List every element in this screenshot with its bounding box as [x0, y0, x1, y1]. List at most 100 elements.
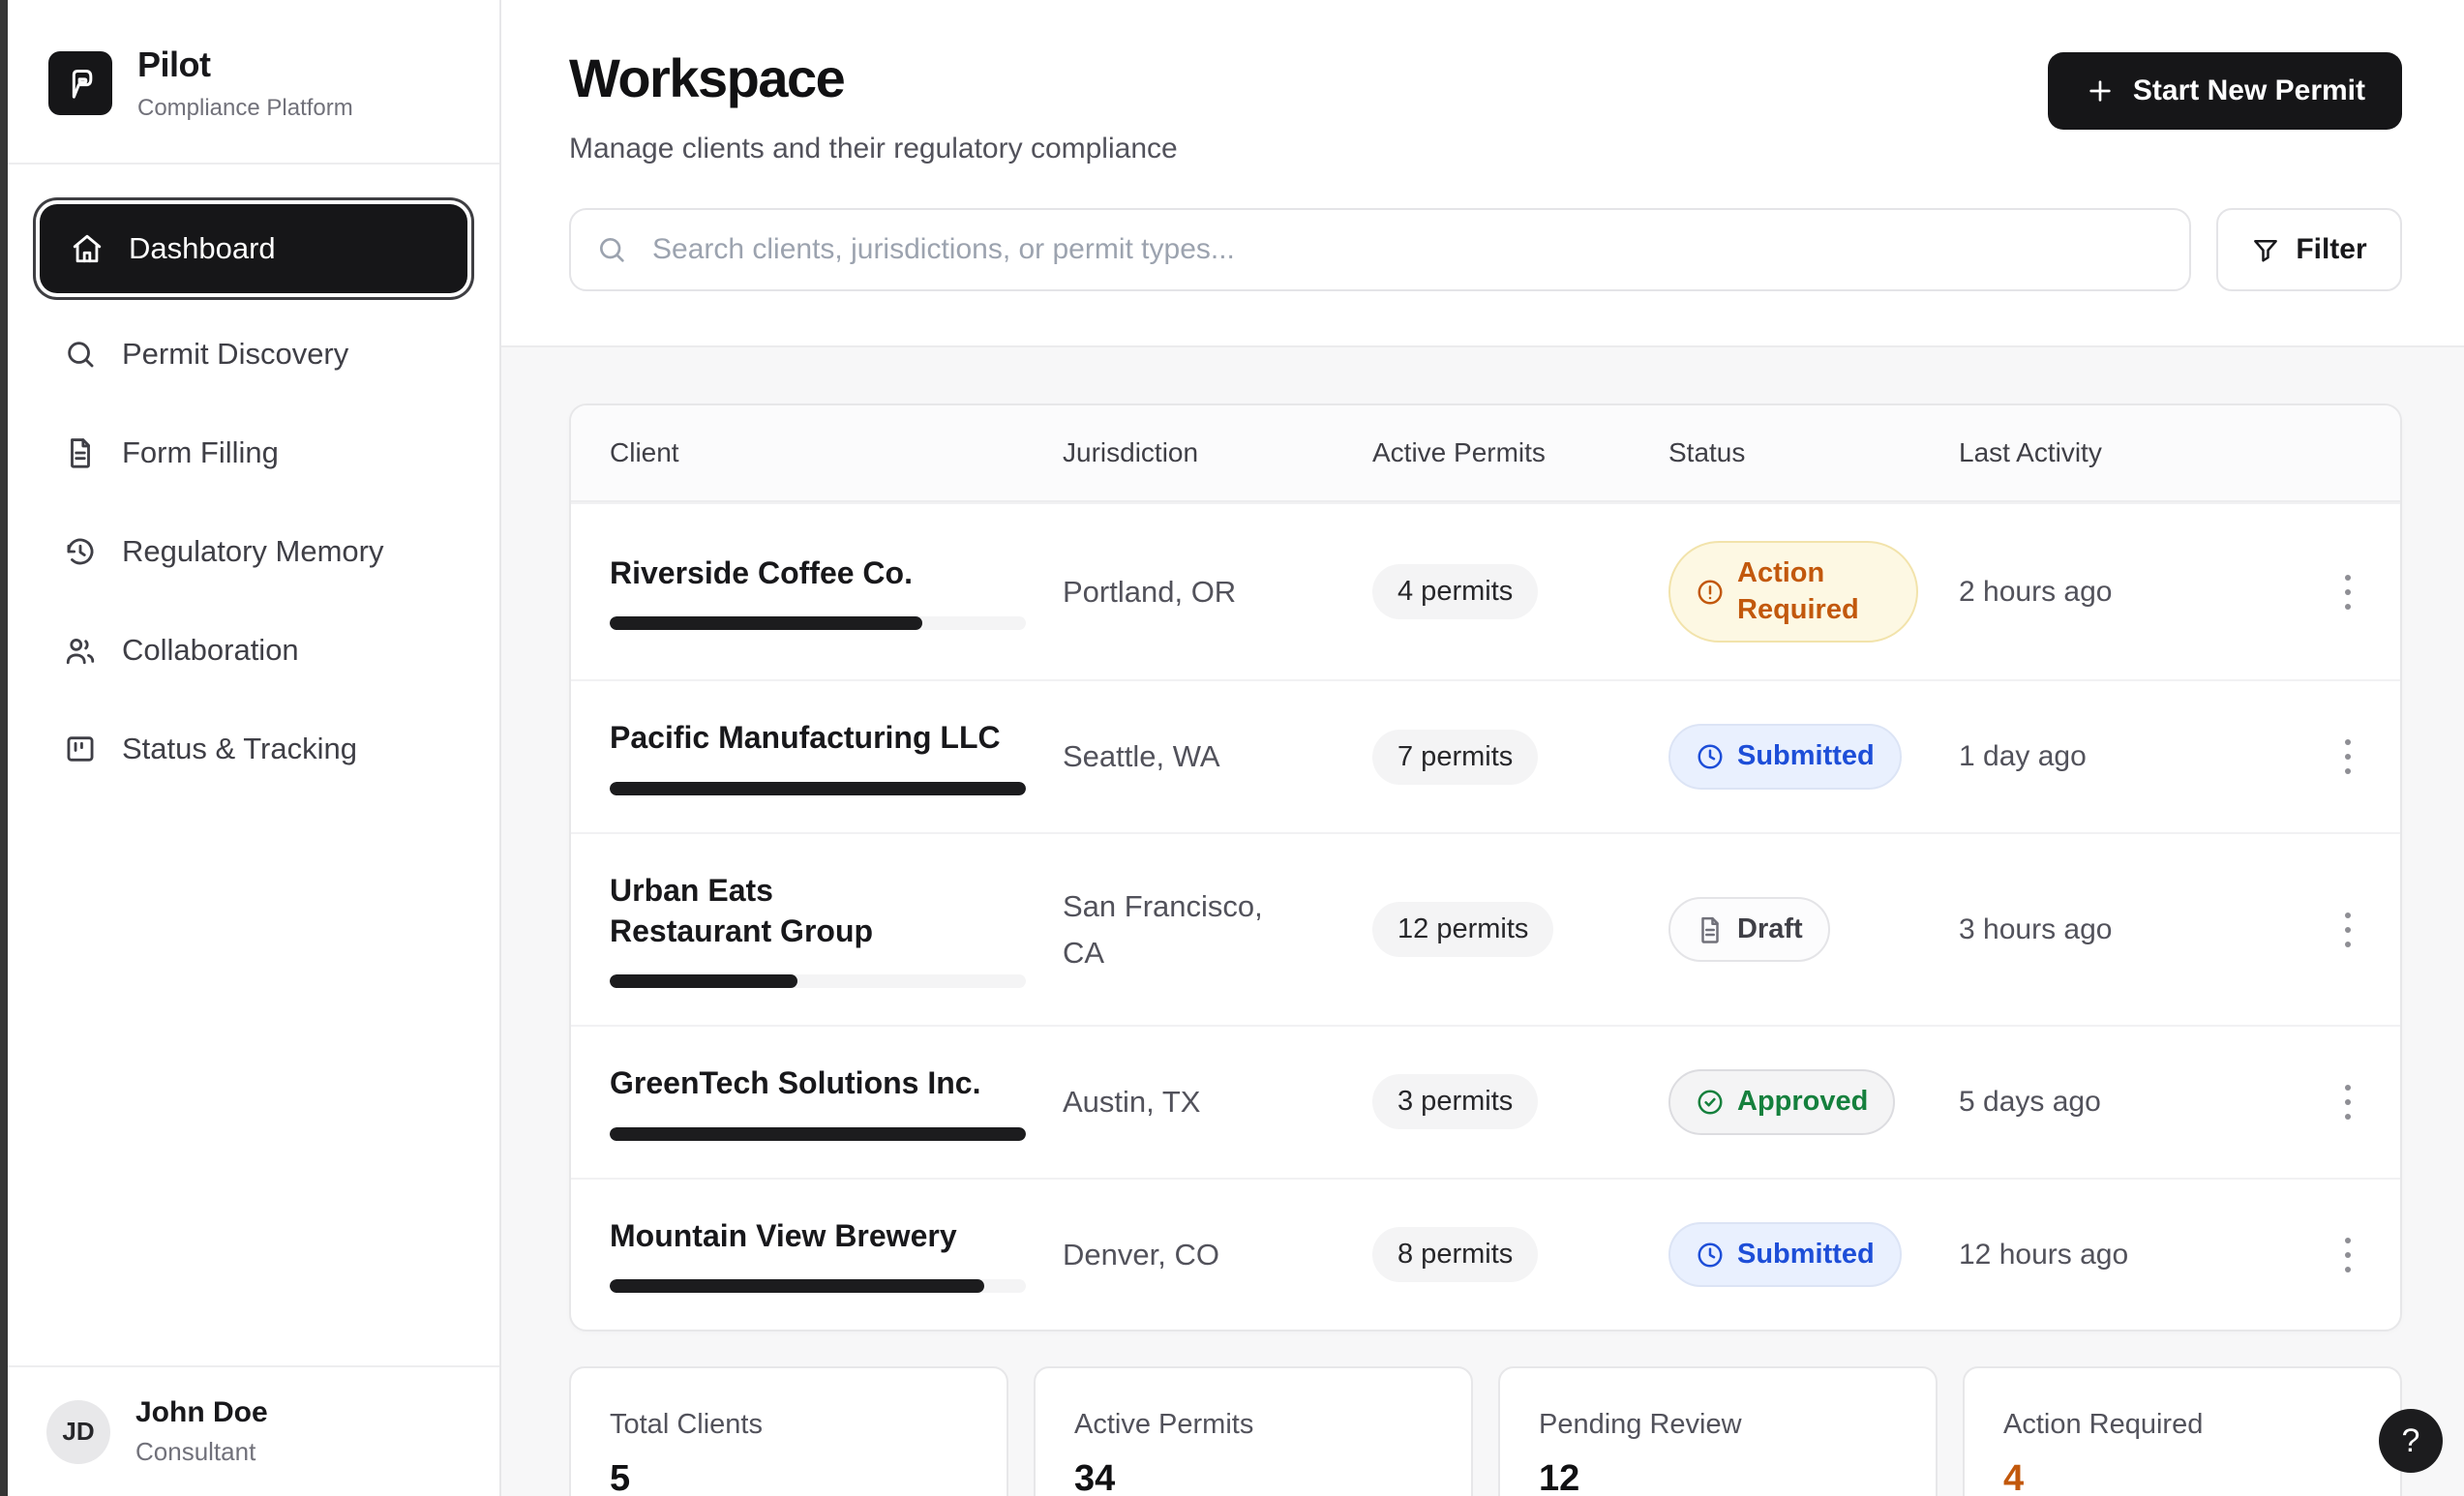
jurisdiction: Austin, TX — [1063, 1079, 1305, 1125]
table-row[interactable]: Mountain View Brewery Denver, CO 8 permi… — [571, 1178, 2400, 1331]
client-name: GreenTech Solutions Inc. — [610, 1063, 1063, 1104]
jurisdiction: San Francisco, CA — [1063, 883, 1305, 976]
sidebar-item-collaboration[interactable]: Collaboration — [33, 606, 474, 695]
client-name: Riverside Coffee Co. — [610, 554, 1063, 594]
client-cell: Pacific Manufacturing LLC — [610, 718, 1063, 795]
stat-label: Pending Review — [1539, 1409, 1897, 1441]
table-row[interactable]: Riverside Coffee Co. Portland, OR 4 perm… — [571, 502, 2400, 679]
permits-count-badge: 8 permits — [1372, 1227, 1538, 1282]
row-menu-kebab-icon[interactable] — [2334, 733, 2361, 780]
column-header-client: Client — [610, 437, 1063, 468]
row-menu-kebab-icon[interactable] — [2334, 569, 2361, 615]
search-box — [569, 208, 2191, 291]
status-badge-submitted: Submitted — [1668, 1222, 1902, 1288]
avatar: JD — [46, 1400, 110, 1464]
stat-value: 5 — [610, 1458, 968, 1496]
user-info: John Doe Consultant — [135, 1396, 268, 1467]
page-subtitle: Manage clients and their regulatory comp… — [569, 133, 1178, 165]
check-circle-icon — [1696, 1088, 1725, 1117]
client-cell: GreenTech Solutions Inc. — [610, 1063, 1063, 1141]
sidebar-item-label: Dashboard — [129, 231, 276, 266]
user-name: John Doe — [135, 1396, 268, 1429]
search-icon — [596, 234, 627, 265]
stat-label: Action Required — [2003, 1409, 2361, 1441]
column-header-status: Status — [1668, 437, 1959, 468]
sidebar: Pilot Compliance Platform Dashboard Perm… — [8, 0, 501, 1496]
filter-button[interactable]: Filter — [2216, 208, 2402, 291]
sidebar-item-dashboard[interactable]: Dashboard — [40, 204, 467, 293]
start-new-permit-label: Start New Permit — [2133, 75, 2365, 107]
clock-icon — [1696, 1241, 1725, 1270]
column-header-last-activity: Last Activity — [1959, 437, 2334, 468]
progress-bar — [610, 1127, 1026, 1141]
start-new-permit-button[interactable]: Start New Permit — [2048, 52, 2402, 130]
client-name: Pacific Manufacturing LLC — [610, 718, 1063, 759]
stat-card-active-permits: Active Permits 34 — [1034, 1366, 1473, 1496]
stat-label: Active Permits — [1074, 1409, 1432, 1441]
user-role: Consultant — [135, 1437, 268, 1467]
stat-label: Total Clients — [610, 1409, 968, 1441]
brand-header: Pilot Compliance Platform — [8, 0, 499, 165]
document-icon — [64, 436, 97, 469]
permits-count-badge: 3 permits — [1372, 1074, 1538, 1129]
permits-count-badge: 7 permits — [1372, 730, 1538, 785]
status-badge-submitted: Submitted — [1668, 724, 1902, 790]
permits-count-badge: 4 permits — [1372, 564, 1538, 619]
pilot-logo-icon — [48, 51, 112, 115]
user-profile[interactable]: JD John Doe Consultant — [8, 1365, 499, 1496]
clients-table: Client Jurisdiction Active Permits Statu… — [569, 404, 2402, 1331]
sidebar-item-permit-discovery[interactable]: Permit Discovery — [33, 310, 474, 399]
filter-label: Filter — [2296, 233, 2366, 266]
client-cell: Riverside Coffee Co. — [610, 554, 1063, 631]
sidebar-item-label: Collaboration — [122, 633, 299, 668]
history-clock-icon — [64, 535, 97, 568]
help-button[interactable]: ? — [2379, 1409, 2443, 1473]
progress-bar — [610, 782, 1026, 795]
sidebar-item-label: Form Filling — [122, 435, 279, 470]
kanban-board-icon — [64, 733, 97, 765]
row-menu-kebab-icon[interactable] — [2334, 1232, 2361, 1278]
brand-name: Pilot — [137, 45, 353, 85]
brand-tagline: Compliance Platform — [137, 95, 353, 122]
progress-bar — [610, 974, 1026, 988]
row-menu-kebab-icon[interactable] — [2334, 907, 2361, 953]
main-content: Workspace Manage clients and their regul… — [501, 0, 2464, 1496]
home-icon — [71, 232, 104, 265]
client-cell: Urban Eats Restaurant Group — [610, 871, 1063, 988]
draft-document-icon — [1696, 915, 1725, 944]
jurisdiction: Seattle, WA — [1063, 733, 1305, 780]
row-menu-kebab-icon[interactable] — [2334, 1079, 2361, 1125]
last-activity: 12 hours ago — [1959, 1239, 2334, 1272]
stat-value: 4 — [2003, 1458, 2361, 1496]
sidebar-item-label: Status & Tracking — [122, 732, 357, 766]
content-area: Client Jurisdiction Active Permits Statu… — [501, 347, 2464, 1496]
search-input[interactable] — [569, 208, 2191, 291]
last-activity: 2 hours ago — [1959, 576, 2334, 609]
table-row[interactable]: Pacific Manufacturing LLC Seattle, WA 7 … — [571, 679, 2400, 832]
status-badge-approved: Approved — [1668, 1069, 1895, 1135]
summary-stats: Total Clients 5 Active Permits 34 Pendin… — [569, 1366, 2402, 1496]
sidebar-item-form-filling[interactable]: Form Filling — [33, 408, 474, 497]
progress-bar — [610, 1279, 1026, 1293]
stat-card-action-required: Action Required 4 — [1963, 1366, 2402, 1496]
stat-card-total-clients: Total Clients 5 — [569, 1366, 1008, 1496]
clock-icon — [1696, 742, 1725, 771]
sidebar-item-status-tracking[interactable]: Status & Tracking — [33, 704, 474, 793]
table-row[interactable]: Urban Eats Restaurant Group San Francisc… — [571, 832, 2400, 1025]
progress-bar — [610, 616, 1026, 630]
client-cell: Mountain View Brewery — [610, 1216, 1063, 1294]
client-name: Mountain View Brewery — [610, 1216, 1063, 1257]
jurisdiction: Portland, OR — [1063, 569, 1305, 615]
brand-text: Pilot Compliance Platform — [137, 45, 353, 122]
sidebar-item-regulatory-memory[interactable]: Regulatory Memory — [33, 507, 474, 596]
column-header-jurisdiction: Jurisdiction — [1063, 437, 1372, 468]
sidebar-item-label: Regulatory Memory — [122, 534, 383, 569]
last-activity: 1 day ago — [1959, 740, 2334, 773]
permits-count-badge: 12 permits — [1372, 902, 1553, 957]
sidebar-nav: Dashboard Permit Discovery Form Filling … — [8, 165, 499, 1365]
table-row[interactable]: GreenTech Solutions Inc. Austin, TX 3 pe… — [571, 1025, 2400, 1178]
users-icon — [64, 634, 97, 667]
stat-value: 34 — [1074, 1458, 1432, 1496]
search-icon — [64, 338, 97, 371]
page-header: Workspace Manage clients and their regul… — [501, 0, 2464, 347]
